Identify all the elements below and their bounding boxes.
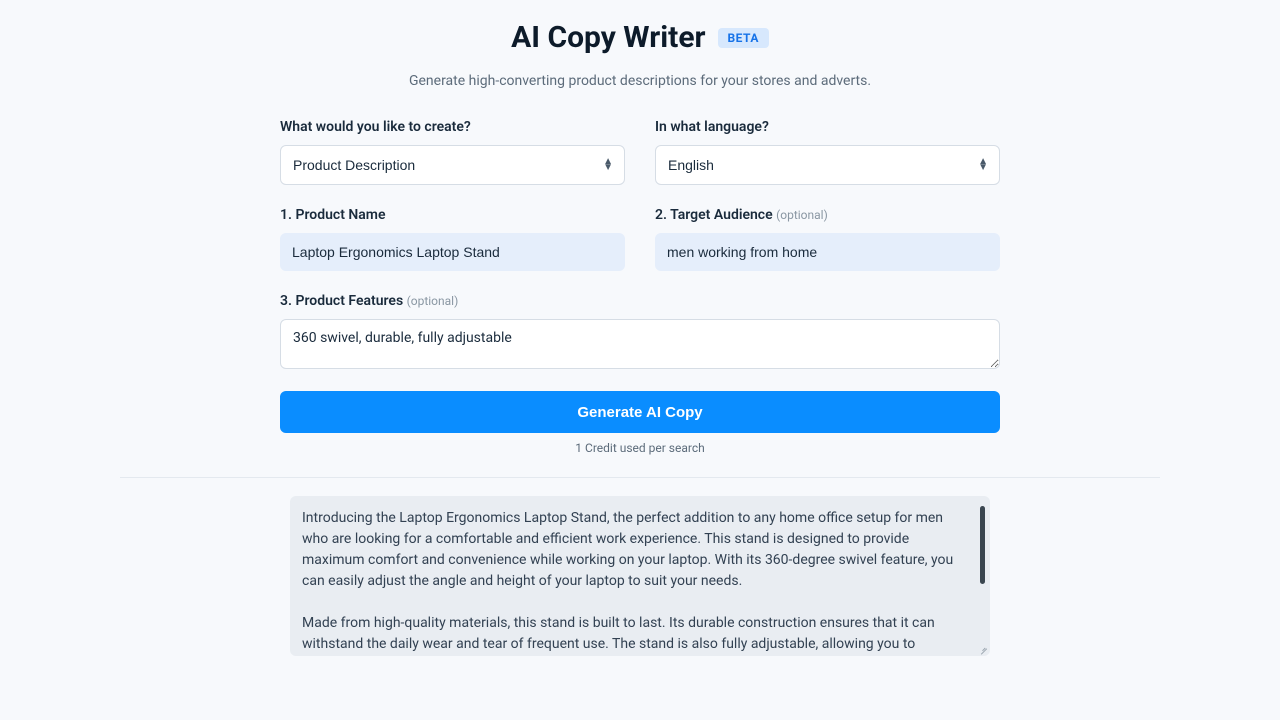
features-col: 3. Product Features (optional) — [280, 293, 1000, 373]
page-subtitle: Generate high-converting product descrip… — [120, 73, 1160, 89]
credit-note: 1 Credit used per search — [280, 441, 1000, 455]
create-type-select[interactable]: Product Description — [280, 145, 625, 185]
copy-form: What would you like to create? Product D… — [280, 119, 1000, 455]
beta-badge: BETA — [718, 28, 769, 48]
features-label-text: 3. Product Features — [280, 293, 403, 309]
create-type-select-wrap: Product Description ▲▼ — [280, 145, 625, 185]
audience-optional-hint: (optional) — [776, 208, 828, 222]
language-select[interactable]: English — [655, 145, 1000, 185]
page-container: AI Copy Writer BETA Generate high-conver… — [120, 0, 1160, 656]
title-row: AI Copy Writer BETA — [120, 20, 1160, 55]
language-select-wrap: English ▲▼ — [655, 145, 1000, 185]
language-label: In what language? — [655, 119, 1000, 135]
features-label: 3. Product Features (optional) — [280, 293, 1000, 309]
create-type-label: What would you like to create? — [280, 119, 625, 135]
product-name-input[interactable] — [280, 233, 625, 271]
audience-label-text: 2. Target Audience — [655, 207, 773, 223]
audience-col: 2. Target Audience (optional) — [655, 207, 1000, 271]
page-title: AI Copy Writer — [511, 20, 705, 55]
language-col: In what language? English ▲▼ — [655, 119, 1000, 185]
audience-input[interactable] — [655, 233, 1000, 271]
generate-button[interactable]: Generate AI Copy — [280, 391, 1000, 433]
product-name-col: 1. Product Name — [280, 207, 625, 271]
features-optional-hint: (optional) — [407, 294, 459, 308]
output-text: Introducing the Laptop Ergonomics Laptop… — [302, 508, 972, 656]
page-header: AI Copy Writer BETA Generate high-conver… — [120, 20, 1160, 89]
create-type-col: What would you like to create? Product D… — [280, 119, 625, 185]
audience-label: 2. Target Audience (optional) — [655, 207, 1000, 223]
form-row-inputs: 1. Product Name 2. Target Audience (opti… — [280, 207, 1000, 271]
form-row-selects: What would you like to create? Product D… — [280, 119, 1000, 185]
product-name-label: 1. Product Name — [280, 207, 625, 223]
features-textarea[interactable] — [280, 319, 1000, 369]
scrollbar-thumb[interactable] — [980, 506, 985, 584]
output-panel[interactable]: Introducing the Laptop Ergonomics Laptop… — [290, 496, 990, 656]
resize-handle-icon[interactable] — [978, 644, 988, 654]
section-divider — [120, 477, 1160, 478]
